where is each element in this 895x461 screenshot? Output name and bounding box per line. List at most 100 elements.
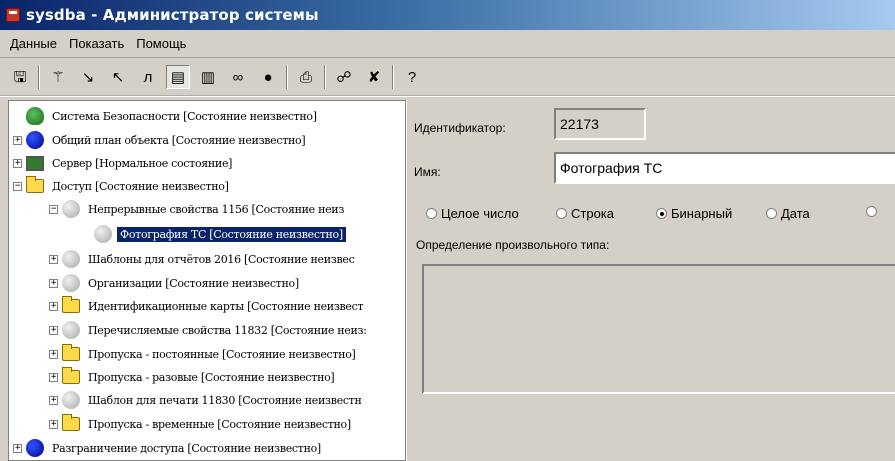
menu-view[interactable]: Показать [63,36,130,51]
lambda-icon[interactable]: л [136,65,160,89]
menu-help[interactable]: Помощь [130,36,192,51]
expand-icon[interactable]: + [13,158,22,168]
folder-node-icon [26,176,44,193]
arrow-up-left-icon[interactable]: ↖ [106,65,130,89]
save-icon[interactable]: 🖫 [8,65,32,89]
expand-icon[interactable]: + [13,443,22,453]
radio-button-icon[interactable] [866,206,877,217]
blue-node-icon [26,131,44,149]
name-value: Фотография ТС [560,160,663,176]
expand-icon[interactable]: + [13,135,22,145]
custom-type-textarea[interactable] [422,264,895,394]
tree-node-label[interactable]: Пропуска - разовые [Состояние неизвестно… [85,370,337,385]
expand-icon[interactable]: + [49,349,58,359]
radio-button-icon[interactable] [426,208,437,219]
globe-icon[interactable]: ● [256,65,280,89]
blue-node-icon [26,439,44,457]
tree-node[interactable]: + Общий план объекта [Состояние неизвестн… [13,129,308,151]
connect-icon[interactable]: ☍ [332,65,356,89]
expand-icon[interactable]: + [49,395,58,405]
id-label: Идентификатор: [414,121,506,135]
toolbar: 🖫 ⚚ ↘ ↖ л ▤ ▥ ∞ ● ⎙ ☍ ✘? [0,59,895,97]
print-icon[interactable]: ⎙ [294,65,318,89]
tree-node[interactable]: + Пропуска - постоянные [Состояние неизве… [49,343,359,365]
radio-button-icon[interactable] [556,208,567,219]
menu-data[interactable]: Данные [4,36,63,51]
toolbar-separator [324,65,326,89]
tree-node-label[interactable]: Организации [Состояние неизвестно] [85,276,302,291]
grey-node-icon [62,250,80,268]
id-value: 22173 [560,116,599,132]
columns-icon[interactable]: ▥ [196,65,220,89]
tree-node[interactable]: + Шаблоны для отчётов 2016 [Состояние неи… [49,248,357,270]
expand-icon[interactable]: + [49,254,58,264]
expand-icon[interactable]: + [49,419,58,429]
tree-node[interactable]: + Шаблон для печати 11830 [Состояние неиз… [49,389,365,411]
object-tree[interactable]: Система Безопасности [Состояние неизвест… [8,100,406,461]
tree-node-label[interactable]: Шаблон для печати 11830 [Состояние неизв… [85,393,365,408]
tree-node[interactable]: + Сервер [Нормальное состояние] [13,152,235,174]
radio-button-icon[interactable] [766,208,777,219]
globe-node-icon [26,107,44,125]
collapse-icon[interactable]: − [13,181,22,191]
radio-label: Дата [781,206,810,221]
tree-node-label[interactable]: Идентификационные карты [Состояние неизв… [85,299,366,314]
grey-node-icon [62,321,80,339]
type-radio[interactable]: Целое число [426,206,519,221]
menu-bar: Данные Показать Помощь [0,30,895,58]
tree-node-label[interactable]: Фотография ТС [Состояние неизвестно] [116,225,347,243]
tree-node-label[interactable]: Общий план объекта [Состояние неизвестно… [49,133,308,148]
folder-node-icon [62,296,80,313]
tree-node[interactable]: − Доступ [Состояние неизвестно] [13,175,232,197]
tree-node[interactable]: + Перечисляемые свойства 11832 [Состояние… [49,319,370,341]
grey-node-icon [94,225,112,243]
tree-node[interactable]: + Идентификационные карты [Состояние неиз… [49,295,366,317]
expand-icon[interactable]: + [49,278,58,288]
type-radio[interactable]: Строка [556,206,614,221]
collapse-icon [13,111,22,121]
expand-icon[interactable]: + [49,372,58,382]
custom-type-label: Определение произвольного типа: [416,238,610,252]
tree-node[interactable]: + Организации [Состояние неизвестно] [49,272,302,294]
type-radio[interactable] [866,206,881,217]
collapse-icon[interactable]: − [49,204,58,214]
type-radio[interactable]: Бинарный [656,206,732,221]
tree-node[interactable]: − Непрерывные свойства 1156 [Состояние не… [49,198,347,220]
tree-node-label[interactable]: Шаблоны для отчётов 2016 [Состояние неиз… [85,252,357,267]
tree-node[interactable]: Система Безопасности [Состояние неизвест… [13,105,320,127]
tree-node[interactable]: + Разграничение доступа [Состояние неизве… [13,437,324,459]
expand-icon[interactable]: + [49,325,58,335]
arrow-down-right-icon[interactable]: ↘ [76,65,100,89]
tree-node-label[interactable]: Сервер [Нормальное состояние] [49,156,235,171]
details-panel: Идентификатор: 22173 Имя: Фотография ТС … [410,100,895,461]
expand-icon[interactable]: + [49,301,58,311]
tree-node-label[interactable]: Пропуска - постоянные [Состояние неизвес… [85,347,359,362]
tree-node[interactable]: + Пропуска - разовые [Состояние неизвестн… [49,366,337,388]
tree-node-label[interactable]: Разграничение доступа [Состояние неизвес… [49,441,324,456]
delete-icon[interactable]: ✘ [362,65,386,89]
tree-node-label[interactable]: Система Безопасности [Состояние неизвест… [49,109,320,124]
tree-node-label[interactable]: Доступ [Состояние неизвестно] [49,179,232,194]
folder-node-icon [62,414,80,431]
properties-icon[interactable]: ▤ [166,65,190,89]
collapse-icon [81,229,90,239]
folder-node-icon [62,367,80,384]
tree-node[interactable]: Фотография ТС [Состояние неизвестно] [81,223,347,245]
window-title: sysdba - Администратор системы [26,6,319,24]
tree-node[interactable]: + Пропуска - временные [Состояние неизвес… [49,413,354,435]
name-input[interactable]: Фотография ТС [554,152,895,184]
tree-node-label[interactable]: Пропуска - временные [Состояние неизвест… [85,417,354,432]
type-radio[interactable]: Дата [766,206,810,221]
radio-button-icon[interactable] [656,208,667,219]
tree-node-label[interactable]: Непрерывные свойства 1156 [Состояние неи… [85,202,347,217]
wand-icon[interactable]: ⚚ [46,65,70,89]
tree-node-label[interactable]: Перечисляемые свойства 11832 [Состояние … [85,323,370,338]
glasses-icon[interactable]: ∞ [226,65,250,89]
name-label: Имя: [414,165,441,179]
radio-label: Бинарный [671,206,733,221]
help-icon[interactable]: ? [400,65,424,89]
toolbar-separator [286,65,288,89]
toolbar-separator [392,65,394,89]
title-bar: sysdba - Администратор системы [0,0,895,30]
folder-node-icon [62,344,80,361]
